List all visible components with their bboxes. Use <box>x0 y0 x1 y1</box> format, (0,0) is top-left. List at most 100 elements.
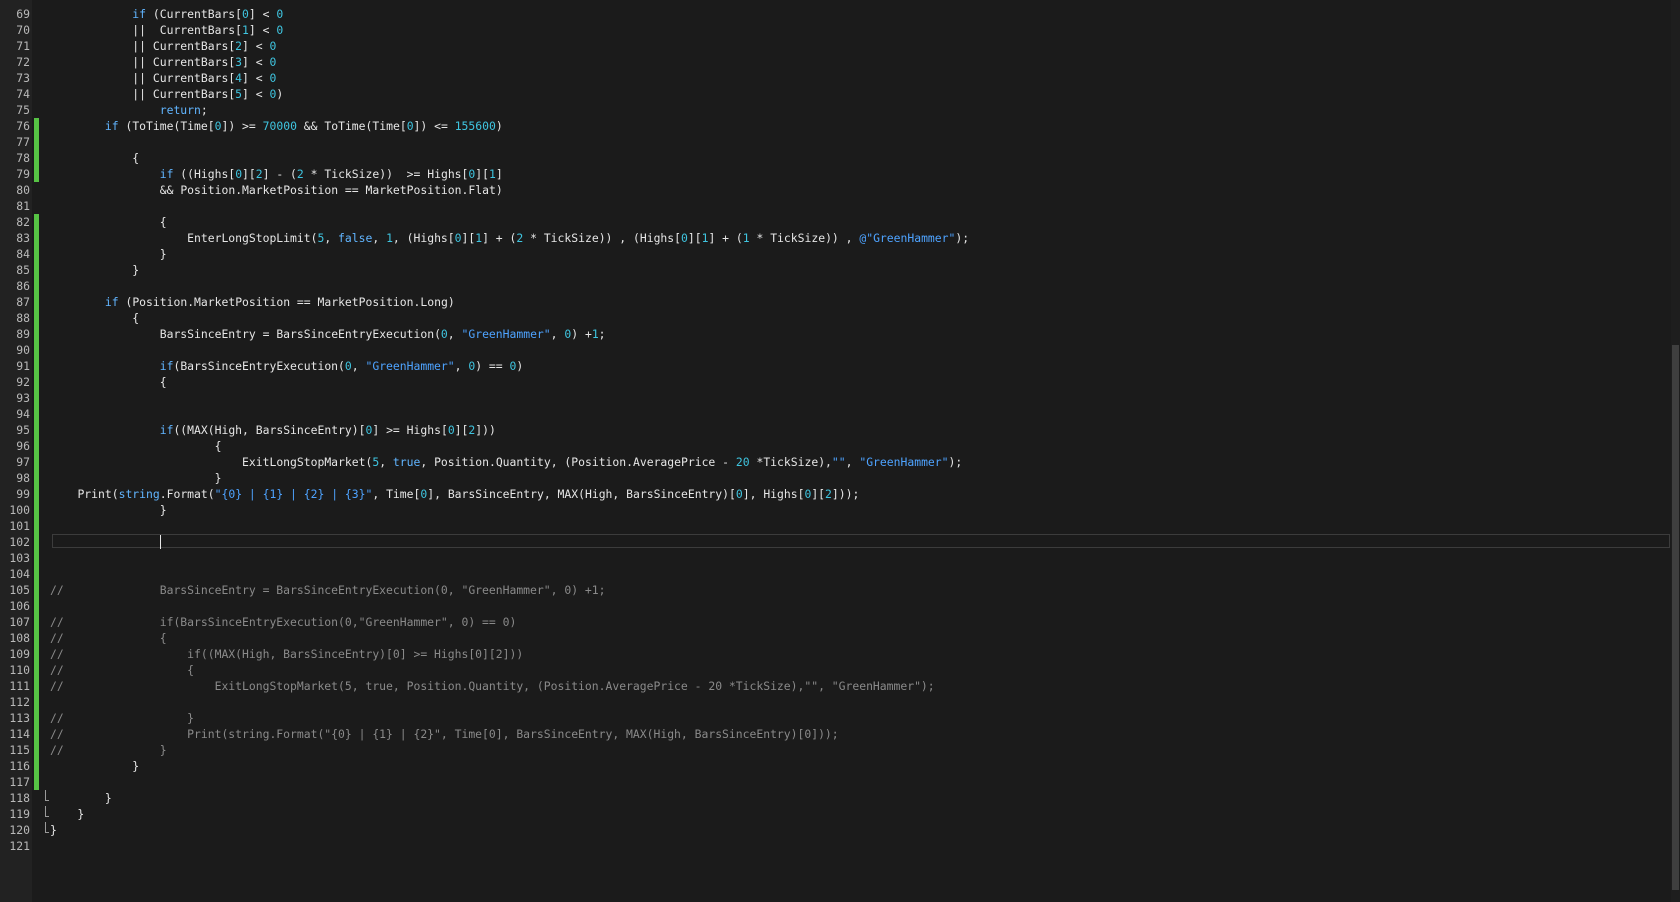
code-text[interactable]: { <box>50 310 139 326</box>
code-text[interactable]: if ((Highs[0][2] - (2 * TickSize)) >= Hi… <box>50 166 503 182</box>
code-line[interactable]: 120} <box>0 822 1680 838</box>
code-line[interactable]: 82 { <box>0 214 1680 230</box>
code-line[interactable]: 76 if (ToTime(Time[0]) >= 70000 && ToTim… <box>0 118 1680 134</box>
code-text[interactable]: if (ToTime(Time[0]) >= 70000 && ToTime(T… <box>50 118 503 134</box>
code-text[interactable]: } <box>50 246 167 262</box>
code-line[interactable]: 90 <box>0 342 1680 358</box>
code-text[interactable]: // BarsSinceEntry = BarsSinceEntryExecut… <box>50 582 605 598</box>
code-line[interactable]: 74 || CurrentBars[5] < 0) <box>0 86 1680 102</box>
code-line[interactable]: 112 <box>0 694 1680 710</box>
code-text[interactable]: } <box>50 790 112 806</box>
line-number: 95 <box>16 423 30 437</box>
code-text[interactable]: BarsSinceEntry = BarsSinceEntryExecution… <box>50 326 606 342</box>
code-text[interactable]: // if((MAX(High, BarsSinceEntry)[0] >= H… <box>50 646 523 662</box>
code-text[interactable]: EnterLongStopLimit(5, false, 1, (Highs[0… <box>50 230 969 246</box>
code-line[interactable]: 104 <box>0 566 1680 582</box>
code-text[interactable]: { <box>50 150 139 166</box>
code-text[interactable]: && Position.MarketPosition == MarketPosi… <box>50 182 503 198</box>
code-text[interactable]: { <box>50 214 167 230</box>
line-number: 101 <box>9 519 30 533</box>
code-line[interactable]: 86 <box>0 278 1680 294</box>
code-text[interactable]: if (CurrentBars[0] < 0 <box>50 6 283 22</box>
code-line[interactable]: 71 || CurrentBars[2] < 0 <box>0 38 1680 54</box>
code-line[interactable]: 114 // Print(string.Format("{0} | {1} | {… <box>0 726 1680 742</box>
code-text[interactable]: || CurrentBars[2] < 0 <box>50 38 276 54</box>
code-line[interactable]: 115 // } <box>0 742 1680 758</box>
code-line[interactable]: 93 <box>0 390 1680 406</box>
code-line[interactable]: 88 { <box>0 310 1680 326</box>
code-text[interactable]: Print(string.Format("{0} | {1} | {2} | {… <box>50 486 859 502</box>
scrollbar-thumb[interactable] <box>1672 345 1679 890</box>
code-line[interactable]: 96 { <box>0 438 1680 454</box>
code-text[interactable]: return; <box>50 102 208 118</box>
code-line[interactable]: 79 if ((Highs[0][2] - (2 * TickSize)) >=… <box>0 166 1680 182</box>
code-line[interactable]: 83 EnterLongStopLimit(5, false, 1, (High… <box>0 230 1680 246</box>
vertical-scrollbar[interactable] <box>1671 0 1680 902</box>
code-line[interactable]: 75 return; <box>0 102 1680 118</box>
code-line[interactable]: 81 <box>0 198 1680 214</box>
code-line[interactable]: 109 // if((MAX(High, BarsSinceEntry)[0] >… <box>0 646 1680 662</box>
code-text[interactable]: ExitLongStopMarket(5, true, Position.Qua… <box>50 454 962 470</box>
code-text[interactable]: // } <box>50 710 194 726</box>
code-text[interactable]: } <box>50 806 84 822</box>
code-line[interactable]: 121 <box>0 838 1680 854</box>
code-text[interactable]: if((MAX(High, BarsSinceEntry)[0] >= High… <box>50 422 496 438</box>
code-line[interactable]: 105 // BarsSinceEntry = BarsSinceEntryExe… <box>0 582 1680 598</box>
code-text[interactable]: // { <box>50 630 167 646</box>
code-line[interactable]: 118 } <box>0 790 1680 806</box>
code-line[interactable]: 108 // { <box>0 630 1680 646</box>
code-line[interactable]: 101 <box>0 518 1680 534</box>
code-text[interactable]: { <box>50 374 167 390</box>
code-line[interactable]: 91 if(BarsSinceEntryExecution(0, "GreenH… <box>0 358 1680 374</box>
code-text[interactable]: // if(BarsSinceEntryExecution(0,"GreenHa… <box>50 614 516 630</box>
code-text[interactable]: || CurrentBars[1] < 0 <box>50 22 283 38</box>
code-line[interactable]: 111 // ExitLongStopMarket(5, true, Positi… <box>0 678 1680 694</box>
code-line[interactable]: 98 } <box>0 470 1680 486</box>
code-text[interactable]: // Print(string.Format("{0} | {1} | {2}"… <box>50 726 839 742</box>
code-text[interactable]: } <box>50 758 139 774</box>
code-line[interactable]: 97 ExitLongStopMarket(5, true, Position.… <box>0 454 1680 470</box>
code-line[interactable]: 107 // if(BarsSinceEntryExecution(0,"Gree… <box>0 614 1680 630</box>
code-line[interactable]: 87 if (Position.MarketPosition == Market… <box>0 294 1680 310</box>
code-text[interactable]: || CurrentBars[5] < 0) <box>50 86 283 102</box>
code-line[interactable]: 70 || CurrentBars[1] < 0 <box>0 22 1680 38</box>
code-line[interactable]: 106 <box>0 598 1680 614</box>
code-line[interactable]: 69 if (CurrentBars[0] < 0 <box>0 6 1680 22</box>
code-text[interactable]: { <box>50 438 222 454</box>
code-line[interactable]: 85 } <box>0 262 1680 278</box>
code-text[interactable]: || CurrentBars[3] < 0 <box>50 54 276 70</box>
code-line[interactable]: 94 <box>0 406 1680 422</box>
code-line[interactable]: 117 <box>0 774 1680 790</box>
code-line[interactable]: 119 } <box>0 806 1680 822</box>
code-line[interactable]: 84 } <box>0 246 1680 262</box>
code-text[interactable]: if (Position.MarketPosition == MarketPos… <box>50 294 455 310</box>
code-lines[interactable]: 69 if (CurrentBars[0] < 0 70 || CurrentBa… <box>0 6 1680 854</box>
code-line[interactable]: 92 { <box>0 374 1680 390</box>
code-text[interactable]: // } <box>50 742 167 758</box>
code-text[interactable]: // ExitLongStopMarket(5, true, Position.… <box>50 678 935 694</box>
code-line[interactable]: 80 && Position.MarketPosition == MarketP… <box>0 182 1680 198</box>
code-text[interactable]: if(BarsSinceEntryExecution(0, "GreenHamm… <box>50 358 524 374</box>
code-line[interactable]: 77 <box>0 134 1680 150</box>
code-line[interactable]: 95 if((MAX(High, BarsSinceEntry)[0] >= H… <box>0 422 1680 438</box>
code-text[interactable]: } <box>50 262 139 278</box>
code-line[interactable]: 113 // } <box>0 710 1680 726</box>
code-line[interactable]: 102 <box>0 534 1680 550</box>
code-editor[interactable]: 69 if (CurrentBars[0] < 0 70 || CurrentBa… <box>0 0 1680 902</box>
code-text[interactable]: || CurrentBars[4] < 0 <box>50 70 276 86</box>
line-number: 103 <box>9 551 30 565</box>
code-line[interactable]: 73 || CurrentBars[4] < 0 <box>0 70 1680 86</box>
code-line[interactable]: 110 // { <box>0 662 1680 678</box>
code-line[interactable]: 89 BarsSinceEntry = BarsSinceEntryExecut… <box>0 326 1680 342</box>
code-line[interactable]: 78 { <box>0 150 1680 166</box>
code-text[interactable]: // { <box>50 662 194 678</box>
code-text[interactable]: } <box>50 502 167 518</box>
code-line[interactable]: 99 Print(string.Format("{0} | {1} | {2} … <box>0 486 1680 502</box>
code-text[interactable]: } <box>50 822 57 838</box>
code-line[interactable]: 100 } <box>0 502 1680 518</box>
line-number: 117 <box>9 775 30 789</box>
code-line[interactable]: 116 } <box>0 758 1680 774</box>
code-line[interactable]: 103 <box>0 550 1680 566</box>
code-line[interactable]: 72 || CurrentBars[3] < 0 <box>0 54 1680 70</box>
code-text[interactable]: } <box>50 470 222 486</box>
